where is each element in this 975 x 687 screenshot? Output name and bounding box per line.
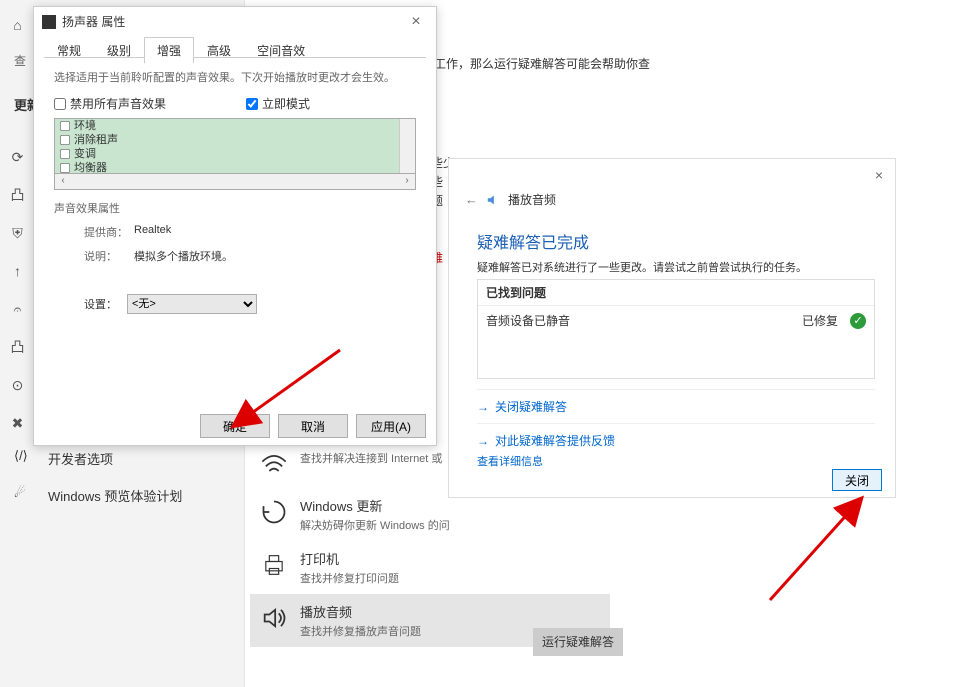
view-details-link[interactable]: 查看详细信息 [477,453,543,469]
close-button[interactable]: 关闭 [832,469,882,491]
run-troubleshooter-button[interactable]: 运行疑难解答 [533,628,623,656]
sidebar-item-label: Windows 预览体验计划 [48,489,182,504]
cancel-button[interactable]: 取消 [278,414,348,438]
problem-status: 已修复 [802,312,838,329]
link-label: 对此疑难解答提供反馈 [495,432,615,449]
arrow-icon: → [477,400,489,414]
effect-label: 变调 [74,148,96,160]
problem-name: 音频设备已静音 [486,312,802,329]
speaker-small-icon [42,15,56,29]
audio-small-icon [486,193,500,207]
description-row: 说明： 模拟多个播放环境。 [54,248,416,264]
dialog-titlebar[interactable]: 扬声器 属性 × [34,7,436,37]
found-problems-box: 已找到问题 音频设备已静音 已修复 ✓ [477,279,875,379]
check-icon: ✓ [850,313,866,329]
disable-effects-checkbox[interactable]: 禁用所有声音效果 [54,95,166,112]
effect-label: 消除租声 [74,134,118,146]
back-icon[interactable]: ← [465,192,478,207]
trouble-title: 播放音频 [300,602,610,621]
apply-button[interactable]: 应用(A) [356,414,426,438]
effect-props-label: 声音效果属性 [54,200,416,216]
sidebar-glyph-6[interactable]: 𝄐 [0,290,35,328]
close-icon[interactable]: × [396,7,436,37]
wizard-head-title: 播放音频 [508,191,556,208]
settings-key: 设置： [84,296,117,312]
effect-label: 环境 [74,120,96,132]
close-icon[interactable]: × [867,163,891,187]
wizard-action-links: → 关闭疑难解答 → 对此疑难解答提供反馈 [477,389,875,457]
effect-item-noise[interactable]: 消除租声 [55,133,415,147]
home-icon[interactable]: ⌂ [0,6,35,44]
trouble-title: 打印机 [300,549,610,568]
effect-label: 均衡器 [74,162,107,174]
dialog-body: 选择适用于当前聆听配置的声音效果。下次开始播放时更改才会生效。 禁用所有声音效果… [44,59,426,409]
close-troubleshooter-link[interactable]: → 关闭疑难解答 [477,389,875,423]
dialog-footer: 确定 取消 应用(A) [34,409,436,445]
wizard-header: ← 播放音频 [465,191,556,208]
arrow-icon: → [477,434,489,448]
dialog-title: 扬声器 属性 [62,15,125,29]
link-label: 关闭疑难解答 [495,398,567,415]
ok-button[interactable]: 确定 [200,414,270,438]
checkbox-label: 禁用所有声音效果 [70,95,166,112]
sidebar-item-label: 开发者选项 [48,452,113,467]
found-box-header: 已找到问题 [478,280,874,306]
sidebar-glyph-3[interactable]: 凸 [0,176,35,214]
sidebar-glyph-2[interactable]: ⟳ [0,138,35,176]
provider-row: 提供商： Realtek [54,224,416,240]
effects-listbox[interactable]: 环境 消除租声 变调 均衡器 [54,118,416,174]
sidebar-glyph-8[interactable]: ⊙ [0,366,35,404]
sidebar-item-insider[interactable]: ☄ Windows 预览体验计划 [0,477,244,514]
desc-key: 说明： [84,248,134,264]
sidebar-search-partial[interactable]: 查 [14,52,26,69]
settings-select[interactable]: <无> [127,294,257,314]
feedback-link[interactable]: → 对此疑难解答提供反馈 [477,423,875,457]
listbox-vscrollbar[interactable] [399,119,415,173]
effect-item-pitch[interactable]: 变调 [55,147,415,161]
trouble-title: Windows 更新 [300,496,610,515]
wifi-icon [260,450,288,478]
sidebar-glyph-4[interactable]: ⛨ [0,214,35,252]
scroll-left-icon[interactable]: ‹ [55,174,71,189]
wizard-title: 疑难解答已完成 [477,229,589,253]
settings-dropdown-row: 设置： <无> [54,294,416,314]
trouble-desc: 解决妨碍你更新 Windows 的问 [300,517,610,533]
developer-icon: ⟨/⟩ [14,448,32,466]
instant-mode-checkbox[interactable]: 立即模式 [246,95,310,112]
provider-value: Realtek [134,224,171,240]
effect-item-environment[interactable]: 环境 [55,119,415,133]
wizard-subtitle: 疑难解答已对系统进行了一些更改。请尝试之前曾尝试执行的任务。 [477,259,807,275]
troubleshooter-wizard: × ← 播放音频 疑难解答已完成 疑难解答已对系统进行了一些更改。请尝试之前曾尝… [448,158,896,498]
checkbox-label: 立即模式 [262,95,310,112]
tab-enhance[interactable]: 增强 [144,37,194,63]
trouble-desc: 查找并修复打印问题 [300,570,610,586]
insider-icon: ☄ [14,485,32,503]
desc-value: 模拟多个播放环境。 [134,248,233,264]
sidebar-glyph-5[interactable]: ↑ [0,252,35,290]
settings-intro-text: 正常工作，那么运行疑难解答可能会帮助你查 [410,55,650,72]
found-problem-row: 音频设备已静音 已修复 ✓ [478,306,874,335]
sidebar-glyph-7[interactable]: 凸 [0,328,35,366]
trouble-item-printer[interactable]: 打印机 查找并修复打印问题 [250,541,610,594]
speaker-icon [260,604,288,632]
speaker-properties-dialog: 扬声器 属性 × 常规 级别 增强 高级 空间音效 选择适用于当前聆听配置的声音… [33,6,437,446]
printer-icon [260,551,288,579]
provider-key: 提供商： [84,224,134,240]
effect-item-eq[interactable]: 均衡器 [55,161,415,174]
sidebar-glyph-9[interactable]: ✖ [0,404,35,442]
scroll-right-icon[interactable]: › [399,174,415,189]
update-icon [260,498,288,526]
enhance-description: 选择适用于当前聆听配置的声音效果。下次开始播放时更改才会生效。 [54,69,416,85]
listbox-hscrollbar[interactable]: ‹ › [54,174,416,190]
